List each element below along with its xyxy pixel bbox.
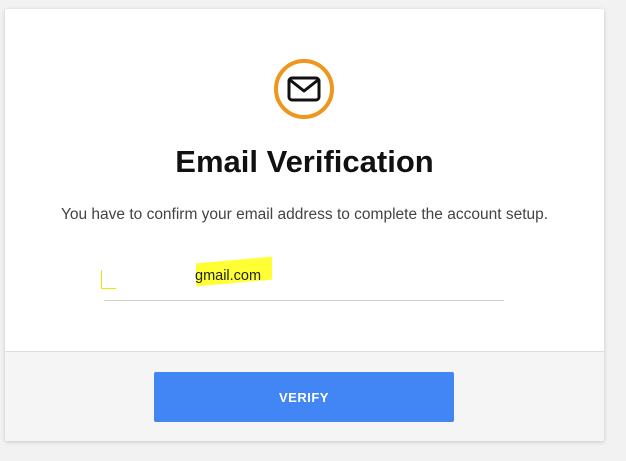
card-footer: VERIFY xyxy=(5,351,604,441)
envelope-icon-circle xyxy=(274,59,334,119)
page-title: Email Verification xyxy=(175,144,434,179)
verification-card: Email Verification You have to confirm y… xyxy=(5,9,604,441)
redaction-mark xyxy=(101,270,116,289)
email-field[interactable]: gmail.com xyxy=(101,256,504,301)
envelope-icon xyxy=(287,76,321,102)
instruction-text: You have to confirm your email address t… xyxy=(60,206,549,223)
verify-button[interactable]: VERIFY xyxy=(154,372,454,422)
email-value: gmail.com xyxy=(195,268,262,284)
